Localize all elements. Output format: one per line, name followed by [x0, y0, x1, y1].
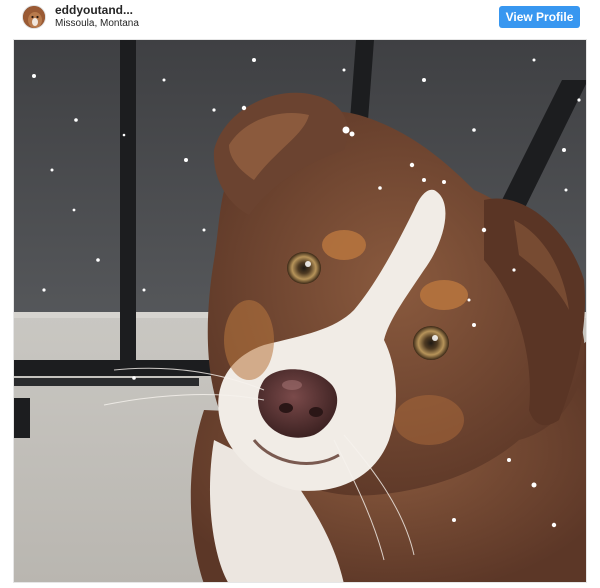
embed-header: eddyoutand... Missoula, Montana View Pro… [0, 0, 600, 38]
view-profile-button[interactable]: View Profile [499, 6, 580, 28]
avatar[interactable] [22, 5, 46, 29]
post-photo[interactable] [13, 39, 587, 583]
location-link[interactable]: Missoula, Montana [55, 18, 139, 30]
user-info: eddyoutand... Missoula, Montana [55, 3, 139, 30]
dog-photo-illustration [14, 40, 586, 582]
username-link[interactable]: eddyoutand... [55, 3, 139, 18]
